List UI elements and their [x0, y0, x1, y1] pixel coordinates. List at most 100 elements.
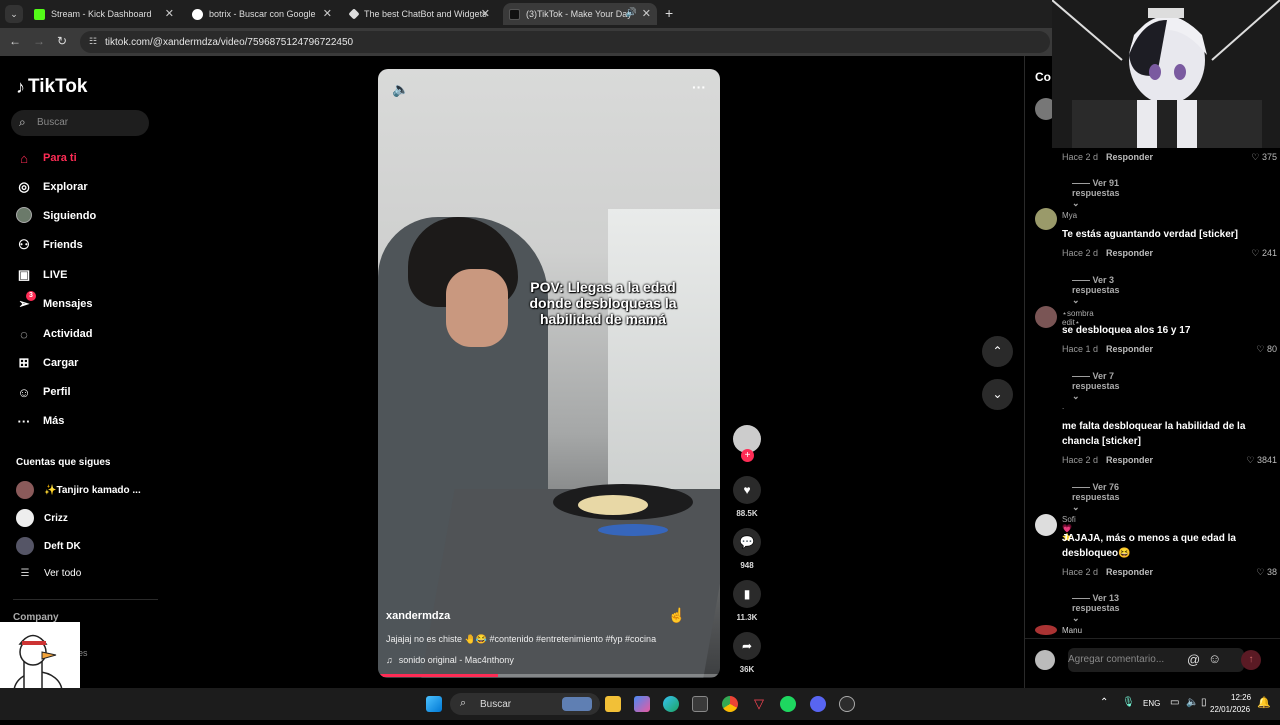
copilot-icon[interactable]	[634, 696, 650, 712]
video-player[interactable]: POV: Llegas a la edad donde desbloqueas …	[378, 69, 720, 678]
tab-list-dropdown-icon[interactable]: ⌄	[5, 5, 23, 23]
notification-icon[interactable]: 🔔	[1257, 696, 1271, 709]
new-tab-button[interactable]: +	[665, 5, 673, 21]
tiktok-logo[interactable]: ♪ TikTok	[16, 76, 87, 98]
nav-item-siguiendo[interactable]: Siguiendo	[16, 206, 96, 226]
nav-item-para-ti[interactable]: ⌂ Para ti	[16, 148, 77, 168]
view-replies-button[interactable]: —— Ver 7 respuestas ⌄	[1072, 371, 1120, 402]
comment-author[interactable]: Mya	[1062, 211, 1077, 220]
speaker-icon[interactable]: 🔊	[626, 7, 637, 18]
previous-video-button[interactable]: ⌃	[982, 336, 1013, 367]
comment-author[interactable]: .	[1062, 402, 1064, 411]
volume-icon[interactable]: 🔈	[1186, 697, 1198, 708]
share-button[interactable]: ➦ 36K	[733, 632, 761, 674]
view-replies-button[interactable]: —— Ver 76 respuestas ⌄	[1072, 482, 1120, 513]
nav-item-perfil[interactable]: ☺ Perfil	[16, 382, 70, 402]
avatar[interactable]	[1035, 208, 1057, 230]
browser-tab[interactable]: Stream - Kick Dashboard ✕	[28, 3, 180, 25]
browser-tab[interactable]: The best ChatBot and Widgets ✕	[344, 3, 496, 25]
url-field[interactable]: ☷ tiktok.com/@xandermdza/video/759687512…	[80, 31, 1050, 53]
following-account[interactable]: Deft DK	[16, 537, 81, 555]
windows-start-icon[interactable]	[426, 696, 442, 712]
post-comment-button[interactable]: ↑	[1241, 650, 1261, 670]
site-info-icon[interactable]: ☷	[89, 36, 97, 47]
battery-icon[interactable]: ▯	[1201, 697, 1207, 708]
language-indicator[interactable]: ENG	[1143, 699, 1160, 708]
video-sound[interactable]: ♫ sonido original - Mac4nthony	[386, 655, 514, 665]
nav-item-mensajes[interactable]: ➢ 3 Mensajes	[16, 291, 93, 314]
video-tortilla	[578, 495, 648, 515]
clock-time[interactable]: 12:26	[1231, 693, 1251, 702]
following-account[interactable]: ✨Tanjiro kamado ...	[16, 481, 141, 499]
nav-item-friends[interactable]: ⚇ Friends	[16, 235, 83, 255]
mention-icon[interactable]: @	[1187, 652, 1200, 667]
stream-overlay	[1052, 0, 1280, 148]
like-count[interactable]: ♡ 3841	[1246, 455, 1277, 466]
creator-avatar[interactable]: +	[733, 425, 761, 462]
back-icon[interactable]: ←	[9, 34, 21, 48]
clock-date[interactable]: 22/01/2026	[1210, 705, 1250, 714]
app-icon[interactable]	[839, 696, 855, 712]
valorant-icon[interactable]: ▽	[751, 696, 767, 712]
chevron-up-icon[interactable]: ⌃	[1100, 697, 1108, 708]
browser-tab-active[interactable]: (3)TikTok - Make Your Day 🔊 ✕	[503, 3, 657, 25]
save-button[interactable]: ▮ 11.3K	[733, 580, 761, 622]
follow-plus-icon[interactable]: +	[741, 449, 754, 462]
close-icon[interactable]: ✕	[323, 7, 332, 20]
nav-item-live[interactable]: ▣ LIVE	[16, 265, 68, 285]
comment-text: me falta desbloquear la habilidad de la …	[1062, 421, 1246, 447]
reply-button[interactable]: Responder	[1106, 567, 1153, 577]
avatar[interactable]	[1035, 625, 1057, 635]
store-icon[interactable]	[692, 696, 708, 712]
comment-button[interactable]: 💬 948	[733, 528, 761, 570]
like-count[interactable]: ♡ 375	[1251, 152, 1277, 163]
view-replies-button[interactable]: —— Ver 91 respuestas ⌄	[1072, 178, 1120, 209]
see-all-link[interactable]: ☰ Ver todo	[16, 568, 82, 579]
nav-item-cargar[interactable]: ⊞ Cargar	[16, 353, 79, 373]
browser-tab[interactable]: botrix - Buscar con Google ✕	[186, 3, 338, 25]
discord-icon[interactable]	[810, 696, 826, 712]
avatar[interactable]	[1035, 514, 1057, 536]
reply-button[interactable]: Responder	[1106, 248, 1153, 258]
comment-author[interactable]: Manu	[1062, 626, 1082, 635]
reply-button[interactable]: Responder	[1106, 152, 1153, 162]
edge-icon[interactable]	[663, 696, 679, 712]
volume-icon[interactable]: 🔈	[392, 81, 409, 98]
avatar	[16, 537, 34, 555]
reload-icon[interactable]: ↻	[57, 34, 67, 48]
more-options-icon[interactable]: ···	[692, 79, 706, 95]
like-count[interactable]: ♡ 38	[1256, 567, 1277, 578]
search-input[interactable]: ⌕ Buscar	[11, 110, 149, 136]
nav-item-explorar[interactable]: ◎ Explorar	[16, 177, 87, 197]
close-icon[interactable]: ✕	[165, 7, 174, 20]
chrome-icon[interactable]	[722, 696, 738, 712]
nav-item-mas[interactable]: ··· Más	[16, 411, 65, 431]
microphone-icon[interactable]: 🎙	[1122, 697, 1135, 708]
like-count[interactable]: ♡ 241	[1251, 248, 1277, 259]
like-count[interactable]: ♡ 80	[1256, 344, 1277, 355]
next-video-button[interactable]: ⌄	[982, 379, 1013, 410]
file-explorer-icon[interactable]	[605, 696, 621, 712]
video-progress-bar[interactable]	[378, 674, 720, 677]
tiktok-icon	[509, 8, 520, 20]
close-icon[interactable]: ✕	[642, 7, 651, 20]
like-button[interactable]: ♥ 88.5K	[733, 476, 761, 518]
close-icon[interactable]: ✕	[481, 7, 490, 20]
taskbar-search[interactable]: ⌕ Buscar	[450, 693, 600, 715]
spotify-icon[interactable]	[780, 696, 796, 712]
avatar[interactable]	[1035, 402, 1057, 424]
share-icon: ➦	[733, 632, 761, 660]
network-icon[interactable]: ▭	[1170, 697, 1179, 708]
reply-button[interactable]: Responder	[1106, 344, 1153, 354]
emoji-icon[interactable]: ☺	[1208, 651, 1221, 666]
reply-button[interactable]: Responder	[1106, 455, 1153, 465]
following-account[interactable]: Crizz	[16, 509, 68, 527]
search-icon: ⌕	[19, 115, 26, 129]
video-username[interactable]: xandermdza	[386, 610, 450, 622]
taskbar: ⌕ Buscar ▽ ⌃ 🎙 ENG ▭ 🔈 ▯ 12:26 22/01/202…	[0, 688, 1280, 720]
forward-icon[interactable]: →	[33, 34, 45, 48]
avatar[interactable]	[1035, 306, 1057, 328]
nav-item-actividad[interactable]: ◌ Actividad	[16, 324, 92, 344]
view-replies-button[interactable]: —— Ver 13 respuestas ⌄	[1072, 593, 1120, 624]
view-replies-button[interactable]: —— Ver 3 respuestas ⌄	[1072, 275, 1120, 306]
